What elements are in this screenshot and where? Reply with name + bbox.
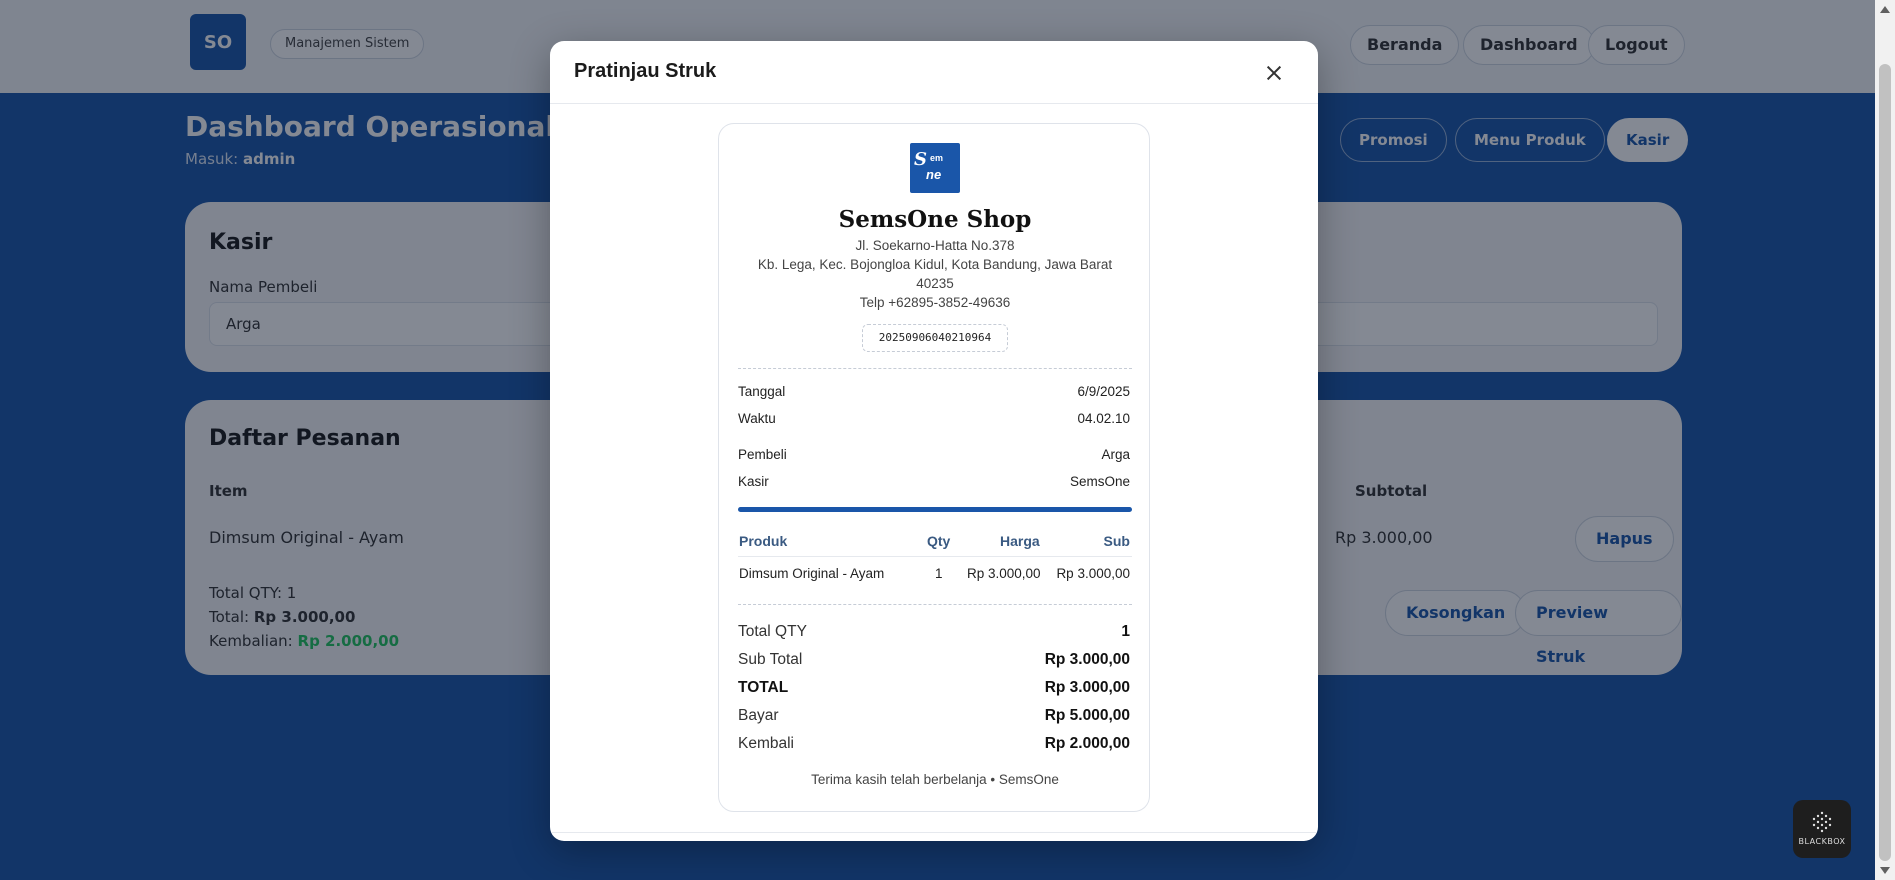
scroll-thumb[interactable]	[1879, 64, 1891, 861]
phone-line: Telp +62895-3852-49636	[859, 295, 1011, 310]
row-qty: 1	[935, 566, 943, 581]
cashier-value: SemsOne	[1069, 474, 1130, 489]
row-subtotal: Rp 3.000,00	[1056, 566, 1130, 581]
blackbox-widget[interactable]: BLACKBOX	[1793, 800, 1851, 858]
modal-footer-divider	[550, 832, 1318, 833]
subtotal-label: Sub Total	[738, 651, 803, 668]
time-value: 04.02.10	[1077, 411, 1130, 426]
col-produk: Produk	[739, 533, 788, 549]
grand-total-label: TOTAL	[738, 679, 789, 696]
cashier-label: Kasir	[738, 474, 769, 489]
pay-value: Rp 5.000,00	[1044, 707, 1130, 724]
row-product: Dimsum Original - Ayam	[739, 566, 885, 581]
close-icon[interactable]	[1262, 61, 1286, 85]
date-value: 6/9/2025	[1077, 384, 1130, 399]
col-harga: Harga	[1000, 533, 1040, 549]
modal-header: Pratinjau Struk	[550, 41, 1318, 104]
scroll-up-arrow-icon[interactable]	[1880, 6, 1890, 13]
grand-total-value: Rp 3.000,00	[1044, 679, 1130, 696]
blackbox-logo-icon	[1812, 811, 1832, 833]
buyer-label: Pembeli	[738, 447, 787, 462]
address-line-1: Jl. Soekarno-Hatta No.378	[855, 238, 1015, 253]
divider	[738, 604, 1132, 605]
change-value: Rp 2.000,00	[1044, 735, 1130, 752]
row-price: Rp 3.000,00	[967, 566, 1041, 581]
address-line-3: 40235	[916, 276, 954, 291]
pay-label: Bayar	[738, 707, 779, 724]
total-qty-value: 1	[1121, 623, 1130, 640]
page-scrollbar[interactable]	[1875, 0, 1895, 880]
time-label: Waktu	[738, 411, 776, 426]
shop-name: SemsOne Shop	[838, 206, 1032, 233]
buyer-value: Arga	[1101, 447, 1130, 462]
address-line-2: Kb. Lega, Kec. Bojongloa Kidul, Kota Ban…	[757, 257, 1113, 272]
shop-logo: S em ne	[910, 143, 960, 193]
subtotal-value: Rp 3.000,00	[1044, 651, 1130, 668]
divider	[738, 368, 1132, 369]
transaction-id: 20250906040210964	[862, 324, 1008, 352]
date-label: Tanggal	[738, 384, 786, 399]
total-qty-label: Total QTY	[738, 623, 807, 640]
col-sub: Sub	[1103, 533, 1130, 549]
section-bar	[738, 507, 1132, 512]
thank-you-note: Terima kasih telah berbelanja • SemsOne	[811, 772, 1059, 787]
blackbox-label: BLACKBOX	[1798, 837, 1846, 846]
scroll-down-arrow-icon[interactable]	[1880, 867, 1890, 874]
modal-title: Pratinjau Struk	[574, 60, 717, 82]
change-label: Kembali	[738, 735, 794, 752]
col-qty: Qty	[927, 533, 951, 549]
receipt: S em ne SemsOne Shop Jl. Soekarno-Hatta …	[718, 123, 1150, 812]
table-header-line	[738, 556, 1132, 557]
receipt-preview-modal: Pratinjau Struk S em ne SemsOne Shop Jl.…	[550, 41, 1318, 841]
